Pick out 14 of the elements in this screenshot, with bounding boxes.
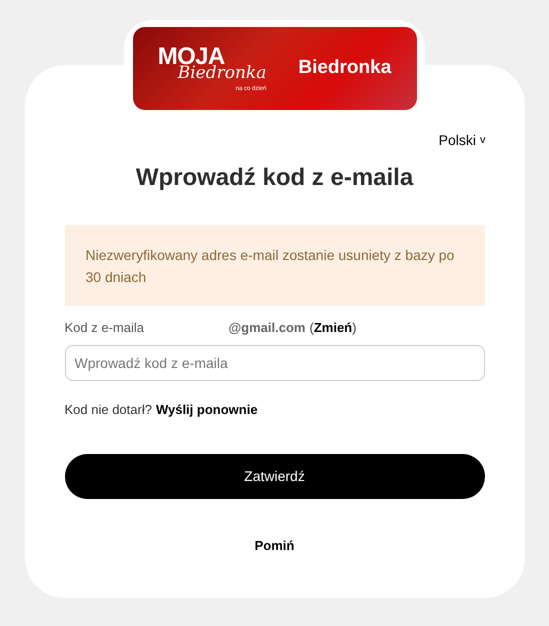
brand-name: Biedronka [298,56,392,80]
email-address: @gmail.com [228,319,306,337]
skip-link[interactable]: Pomiń [254,536,294,556]
resend-link[interactable]: Wyślij ponownie [156,400,258,419]
resend-question: Kod nie dotarł? [64,400,152,418]
change-link[interactable]: Zmień [314,318,352,338]
language-selector[interactable]: Polski v [438,130,486,151]
paren: ) [352,319,356,337]
field-label: Kod z e-maila [64,319,145,337]
paren: ( [309,319,314,337]
code-input-field[interactable]: Wprowadź kod z e-maila [64,344,484,380]
page-title: Wprowadź kod z e-maila [134,163,414,193]
notice-banner: Niezweryfikowany adres e-mail zostanie usuniety z bazy po 30 dniach [64,225,484,306]
submit-button[interactable]: Zatwierdź [64,454,484,499]
